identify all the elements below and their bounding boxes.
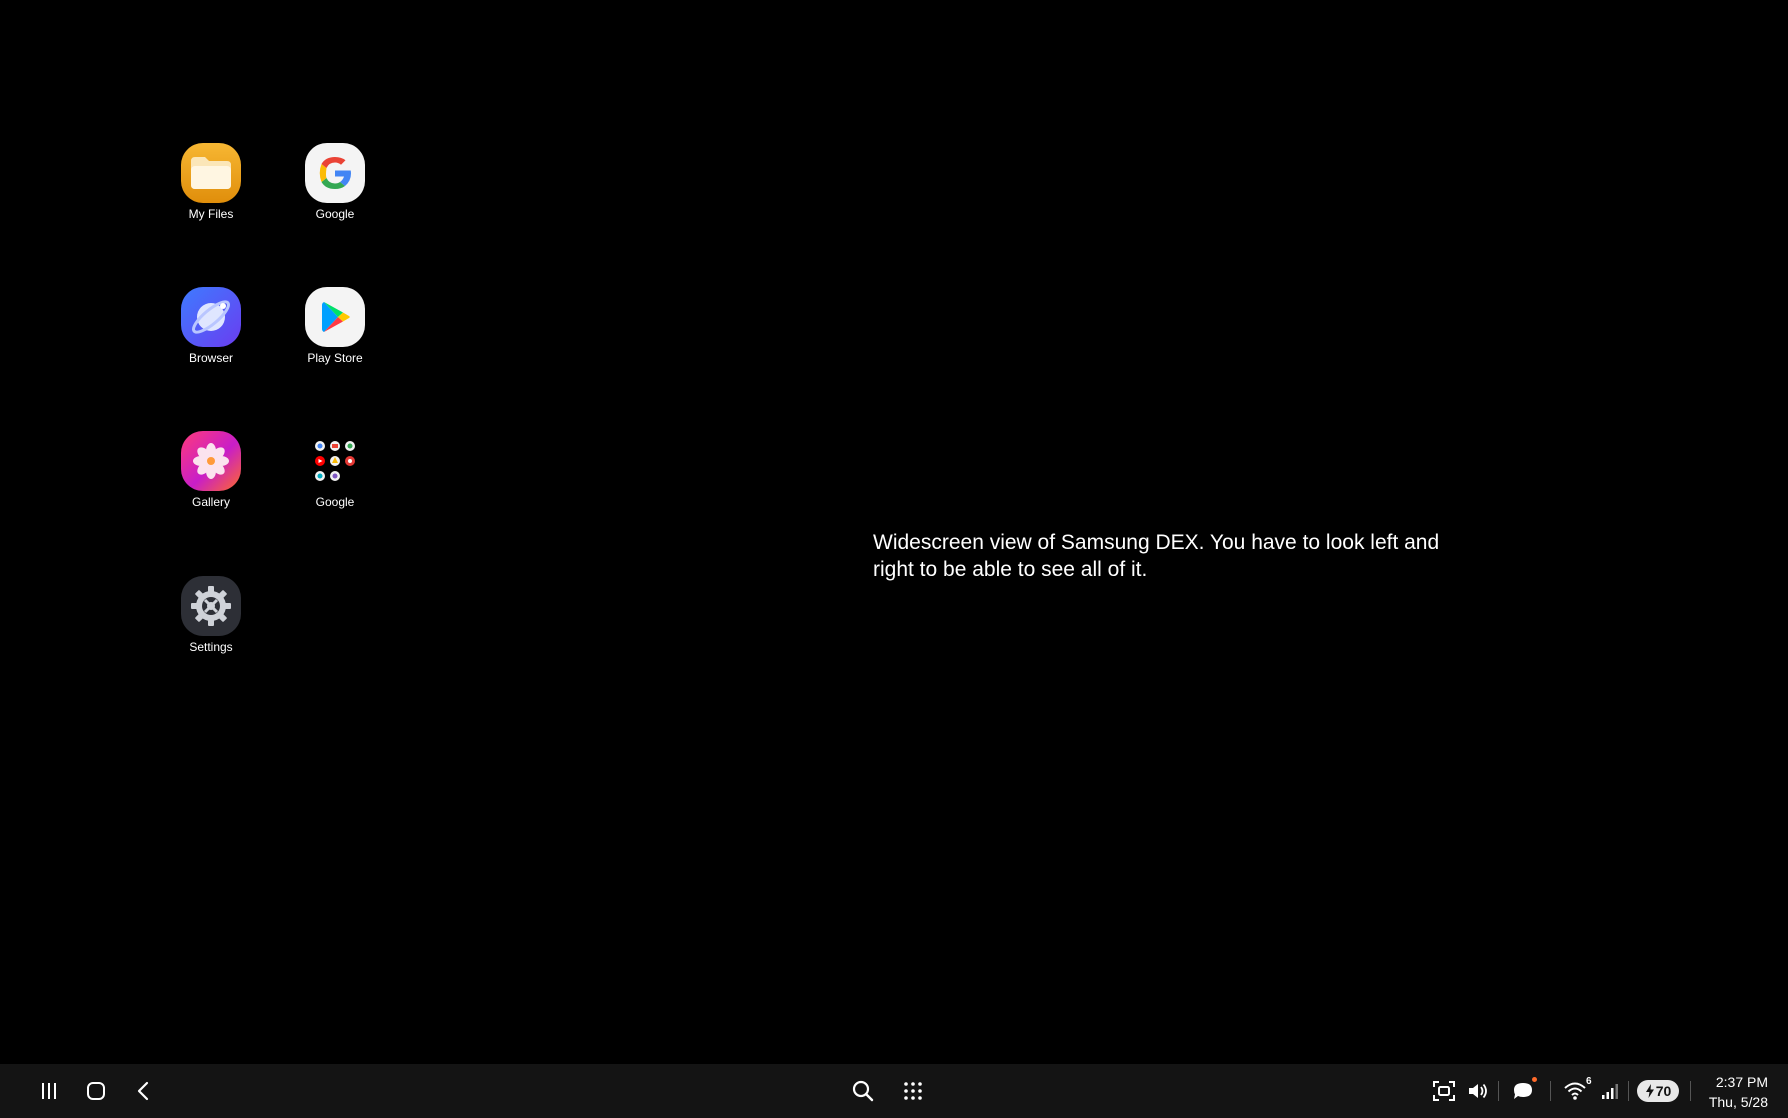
home-button[interactable] [81,1064,111,1118]
clock-date: Thu, 5/28 [1708,1094,1768,1110]
my-files-icon [181,143,241,203]
settings-icon [181,576,241,636]
tray-separator [1550,1081,1551,1101]
app-drawer-icon [904,1082,922,1100]
app-gallery[interactable]: Gallery [151,431,271,509]
notification-button[interactable] [1508,1064,1538,1118]
annotation-text: Widescreen view of Samsung DEX. You have… [873,531,1440,581]
signal-button[interactable] [1598,1064,1622,1118]
gallery-icon [181,431,241,491]
desktop: My Files Google Browser Play Store Galle… [0,0,1788,1064]
search-button[interactable] [848,1064,878,1118]
recent-apps-button[interactable] [34,1064,64,1118]
battery-icon [1645,1084,1654,1098]
volume-button[interactable] [1464,1064,1492,1118]
screenshot-icon [1433,1081,1455,1101]
tray-separator [1628,1081,1629,1101]
app-play-store[interactable]: Play Store [275,287,395,365]
app-label: My Files [188,207,234,221]
app-label: Google [315,495,355,509]
app-label: Play Store [307,351,363,365]
search-icon [852,1080,874,1102]
back-icon [137,1081,149,1101]
battery-indicator[interactable]: 70 [1637,1080,1679,1102]
notification-dot [1532,1077,1537,1082]
app-label: Browser [188,351,233,365]
clock[interactable]: 2:37 PM Thu, 5/28 [1709,1072,1768,1112]
home-icon [87,1082,105,1100]
recent-apps-icon [42,1083,56,1099]
wifi-button[interactable]: 6 [1560,1064,1594,1118]
app-google[interactable]: Google [275,143,395,221]
tray-separator [1690,1081,1691,1101]
battery-level: 70 [1655,1083,1672,1099]
app-browser[interactable]: Browser [151,287,271,365]
taskbar: 6 70 2:37 PM Thu, 5/28 [0,1064,1788,1118]
app-label: Gallery [191,495,230,509]
signal-icon [1602,1084,1618,1099]
browser-icon [181,287,241,347]
tray-separator [1498,1081,1499,1101]
screenshot-button[interactable] [1430,1064,1458,1118]
back-button[interactable] [128,1064,158,1118]
volume-icon [1469,1083,1487,1099]
wifi-label: 6 [1586,1076,1592,1087]
app-label: Settings [189,640,233,654]
app-my-files[interactable]: My Files [151,143,271,221]
google-folder-icon [305,431,365,491]
notification-icon [1514,1083,1532,1099]
app-drawer-button[interactable] [898,1064,928,1118]
app-settings[interactable]: Settings [151,576,271,654]
app-google-folder[interactable]: Google [275,431,395,509]
clock-time: 2:37 PM [1715,1074,1768,1090]
app-label: Google [315,207,355,221]
play-store-icon [305,287,365,347]
google-icon [305,143,365,203]
